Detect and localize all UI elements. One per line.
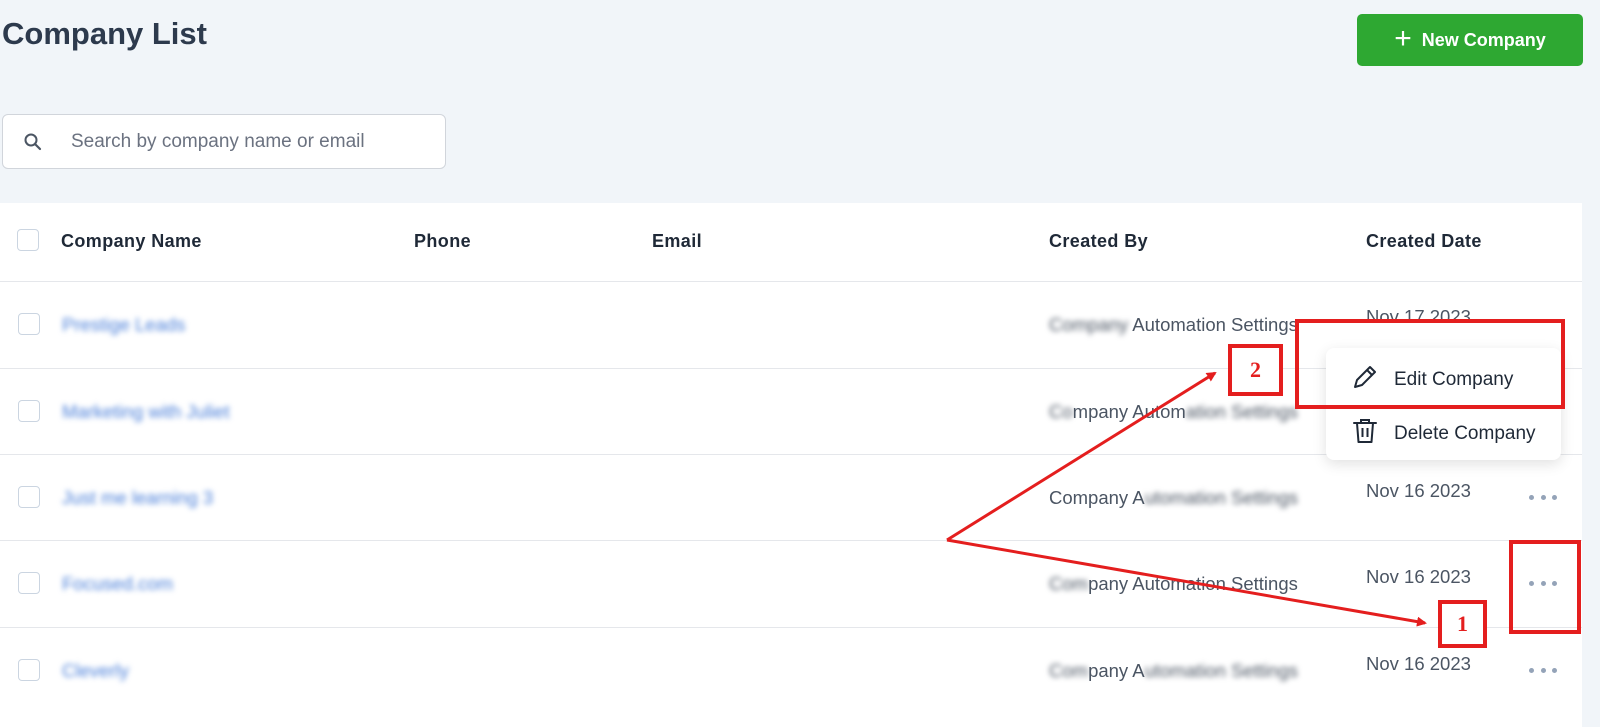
- arrow-to-step-2: [946, 371, 1217, 542]
- arrow-to-step-1: [946, 538, 1427, 627]
- annotation-arrows: [946, 371, 1427, 627]
